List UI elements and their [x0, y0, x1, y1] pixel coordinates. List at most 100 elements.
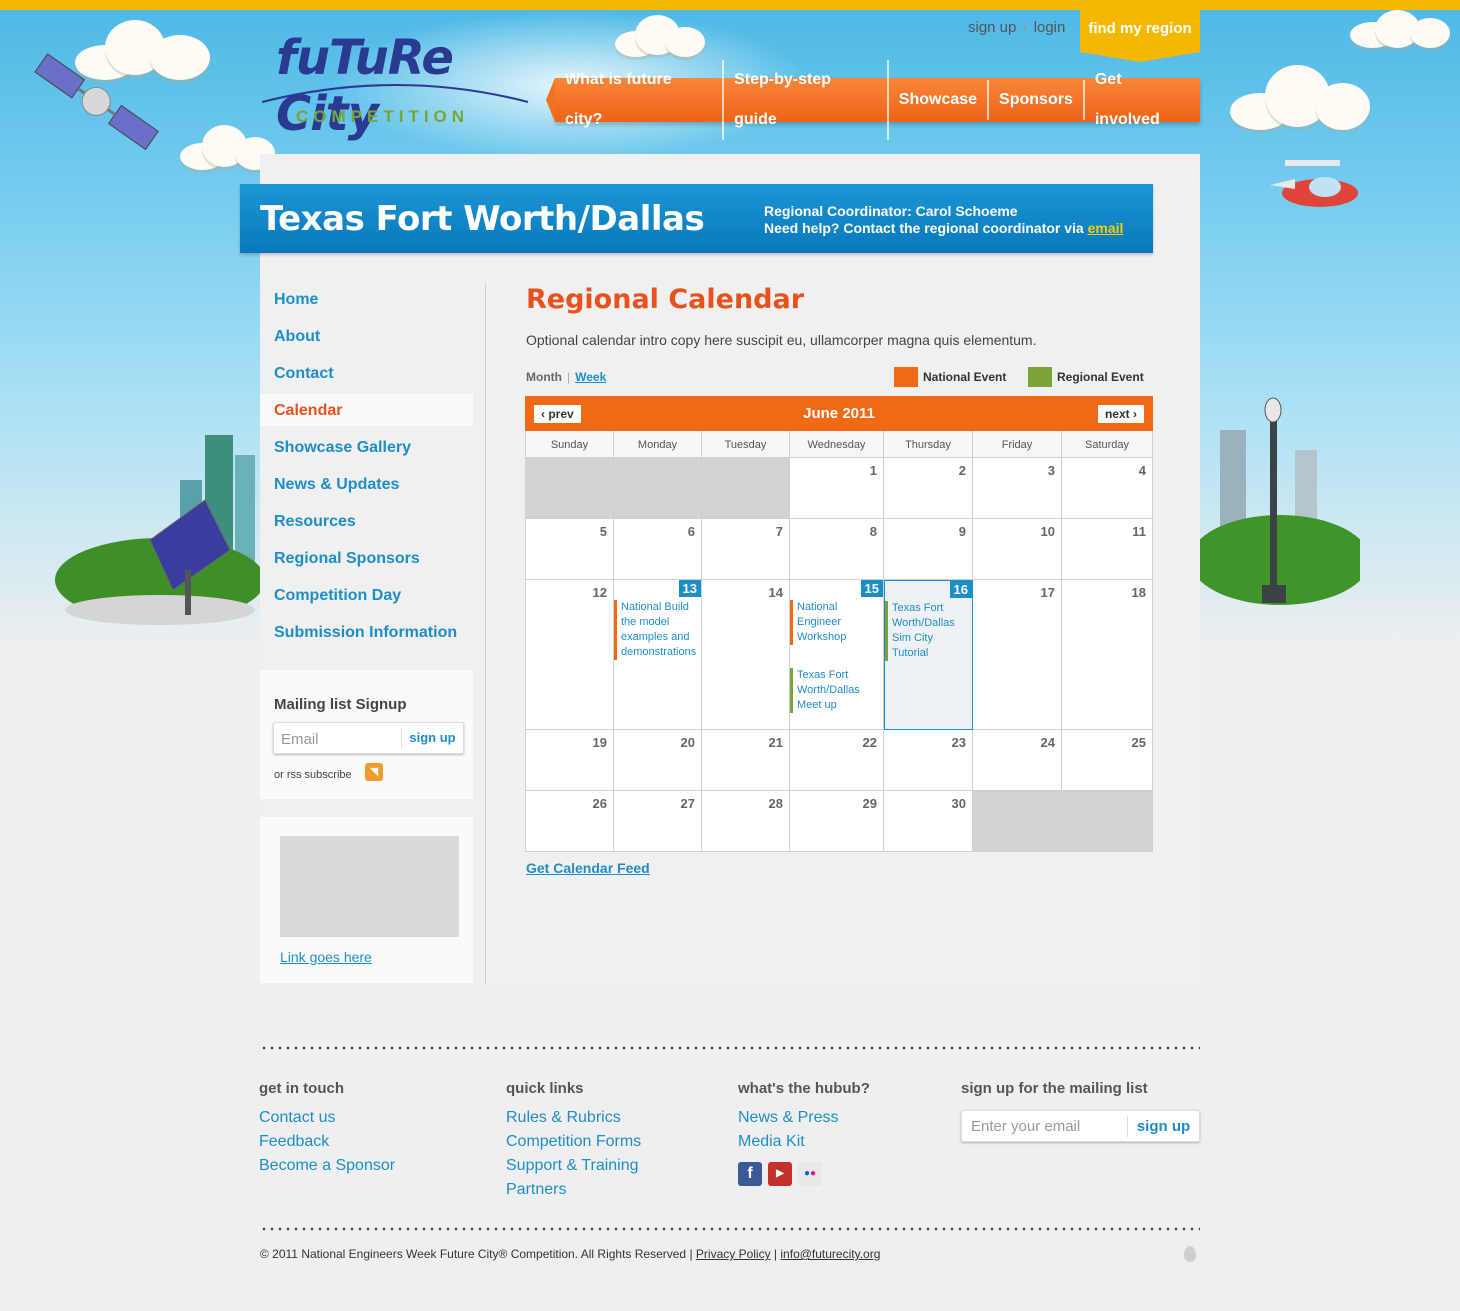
- calendar-day-21[interactable]: 21: [702, 730, 790, 791]
- sidebar-navigation: Home About Contact Calendar Showcase Gal…: [260, 283, 473, 653]
- sidebar-item-showcase-gallery[interactable]: Showcase Gallery: [260, 431, 473, 463]
- sidebar-item-submission-information[interactable]: Submission Information: [260, 616, 473, 648]
- calendar-day-2[interactable]: 2: [884, 458, 973, 519]
- calendar-day-5[interactable]: 5: [526, 519, 614, 580]
- footer-signup-button[interactable]: sign up: [1127, 1116, 1199, 1137]
- day-number: 8: [869, 524, 877, 539]
- find-my-region-button[interactable]: find my region: [1080, 10, 1200, 62]
- city-trees-illustration: [55, 435, 265, 625]
- nav-showcase[interactable]: Showcase: [889, 80, 990, 120]
- sidebar-ad-box: Link goes here: [260, 817, 473, 983]
- calendar-day-11[interactable]: 11: [1062, 519, 1153, 580]
- sidebar-item-competition-day[interactable]: Competition Day: [260, 579, 473, 611]
- calendar-day-8[interactable]: 8: [790, 519, 884, 580]
- calendar-day-20[interactable]: 20: [614, 730, 702, 791]
- privacy-policy-link[interactable]: Privacy Policy: [696, 1247, 771, 1261]
- calendar-event[interactable]: Texas Fort Worth/Dallas Sim City Tutoria…: [885, 601, 962, 661]
- signup-link[interactable]: sign up: [968, 19, 1016, 36]
- ad-image-placeholder[interactable]: [280, 836, 459, 937]
- sidebar-item-calendar[interactable]: Calendar: [260, 394, 473, 426]
- calendar-day-30[interactable]: 30: [884, 791, 973, 852]
- calendar-day-29[interactable]: 29: [790, 791, 884, 852]
- calendar-feed-link[interactable]: Get Calendar Feed: [526, 860, 650, 876]
- sidebar-item-resources[interactable]: Resources: [260, 505, 473, 537]
- day-number: 15: [860, 580, 883, 597]
- copyright: © 2011 National Engineers Week Future Ci…: [260, 1247, 881, 1261]
- calendar-day-16[interactable]: 16 Texas Fort Worth/Dallas Sim City Tutor…: [884, 580, 973, 730]
- calendar-day-27[interactable]: 27: [614, 791, 702, 852]
- calendar-event[interactable]: National Build the model examples and de…: [614, 600, 696, 660]
- day-number: 12: [592, 585, 607, 600]
- contact-email-link[interactable]: info@futurecity.org: [780, 1247, 880, 1261]
- region-banner: Texas Fort Worth/Dallas Regional Coordin…: [240, 184, 1153, 253]
- flickr-icon[interactable]: ●●: [798, 1162, 822, 1186]
- mailing-signup-button[interactable]: sign up: [401, 728, 463, 748]
- calendar-day-15[interactable]: 15 National Engineer Workshop Texas Fort W…: [790, 580, 884, 730]
- sidebar-item-home[interactable]: Home: [260, 283, 473, 315]
- calendar-next-button[interactable]: next ›: [1097, 405, 1144, 423]
- calendar-empty-cell: [614, 458, 702, 519]
- footer-support-training[interactable]: Support & Training: [506, 1154, 641, 1178]
- calendar-day-13[interactable]: 13 National Build the model examples and …: [614, 580, 702, 730]
- calendar-day-19[interactable]: 19: [526, 730, 614, 791]
- calendar-day-10[interactable]: 10: [973, 519, 1062, 580]
- footer-media-kit[interactable]: Media Kit: [738, 1130, 870, 1154]
- sidebar-item-regional-sponsors[interactable]: Regional Sponsors: [260, 542, 473, 574]
- footer-news-press[interactable]: News & Press: [738, 1106, 870, 1130]
- day-number: 24: [1040, 735, 1055, 750]
- calendar-day-25[interactable]: 25: [1062, 730, 1153, 791]
- calendar-day-18[interactable]: 18: [1062, 580, 1153, 730]
- coordinator-name: Regional Coordinator: Carol Schoeme: [764, 203, 1018, 219]
- footer-contact-us[interactable]: Contact us: [259, 1106, 395, 1130]
- footer-partners[interactable]: Partners: [506, 1178, 641, 1202]
- calendar-day-7[interactable]: 7: [702, 519, 790, 580]
- calendar-day-23[interactable]: 23: [884, 730, 973, 791]
- footer-feedback[interactable]: Feedback: [259, 1130, 395, 1154]
- calendar-day-4[interactable]: 4: [1062, 458, 1153, 519]
- mailing-email-field[interactable]: Email sign up: [273, 722, 464, 754]
- nav-step-by-step-guide[interactable]: Step-by-step guide: [724, 60, 889, 140]
- nav-what-is-future-city[interactable]: What is future city?: [555, 60, 725, 140]
- calendar-day-3[interactable]: 3: [973, 458, 1062, 519]
- ad-link[interactable]: Link goes here: [280, 949, 372, 965]
- calendar-day-24[interactable]: 24: [973, 730, 1062, 791]
- footer-rules-rubrics[interactable]: Rules & Rubrics: [506, 1106, 641, 1130]
- rss-icon[interactable]: ◥: [365, 763, 383, 781]
- day-number: 30: [951, 796, 966, 811]
- youtube-icon[interactable]: ▶: [768, 1162, 792, 1186]
- facebook-icon[interactable]: f: [738, 1162, 762, 1186]
- calendar-prev-button[interactable]: ‹ prev: [534, 405, 581, 423]
- coordinator-email-link[interactable]: email: [1088, 220, 1124, 236]
- calendar-day-1[interactable]: 1: [790, 458, 884, 519]
- weekday-header-row: Sunday Monday Tuesday Wednesday Thursday Frid…: [526, 431, 1153, 458]
- weekday-label: Friday: [973, 431, 1062, 458]
- footer-email-field[interactable]: Enter your email sign up: [961, 1110, 1200, 1142]
- footer-become-sponsor[interactable]: Become a Sponsor: [259, 1154, 395, 1178]
- sidebar-item-contact[interactable]: Contact: [260, 357, 473, 389]
- calendar-day-6[interactable]: 6: [614, 519, 702, 580]
- logo-arc: [262, 84, 529, 103]
- view-week[interactable]: Week: [575, 370, 606, 384]
- nav-sponsors[interactable]: Sponsors: [989, 80, 1085, 120]
- footer-competition-forms[interactable]: Competition Forms: [506, 1130, 641, 1154]
- calendar-day-12[interactable]: 12: [526, 580, 614, 730]
- weekday-label: Wednesday: [790, 431, 884, 458]
- calendar-day-17[interactable]: 17: [973, 580, 1062, 730]
- sidebar-item-about[interactable]: About: [260, 320, 473, 352]
- calendar-day-22[interactable]: 22: [790, 730, 884, 791]
- login-link[interactable]: login: [1034, 19, 1066, 36]
- satellite-illustration: [34, 53, 159, 151]
- nav-get-involved[interactable]: Get involved: [1085, 60, 1200, 140]
- view-month[interactable]: Month: [526, 370, 562, 384]
- calendar-day-26[interactable]: 26: [526, 791, 614, 852]
- future-city-logo[interactable]: fuTuRe City COMPETITION: [262, 30, 532, 142]
- mailing-list-signup: Mailing list Signup Email sign up or rss…: [260, 670, 473, 799]
- sidebar-item-news-updates[interactable]: News & Updates: [260, 468, 473, 500]
- calendar-day-28[interactable]: 28: [702, 791, 790, 852]
- calendar-day-14[interactable]: 14: [702, 580, 790, 730]
- calendar-event[interactable]: Texas Fort Worth/Dallas Meet up: [790, 668, 872, 713]
- calendar-day-9[interactable]: 9: [884, 519, 973, 580]
- calendar-view-toggle: Month | Week: [526, 370, 607, 384]
- calendar-empty-cell: [1062, 791, 1153, 852]
- calendar-event[interactable]: National Engineer Workshop: [790, 600, 872, 645]
